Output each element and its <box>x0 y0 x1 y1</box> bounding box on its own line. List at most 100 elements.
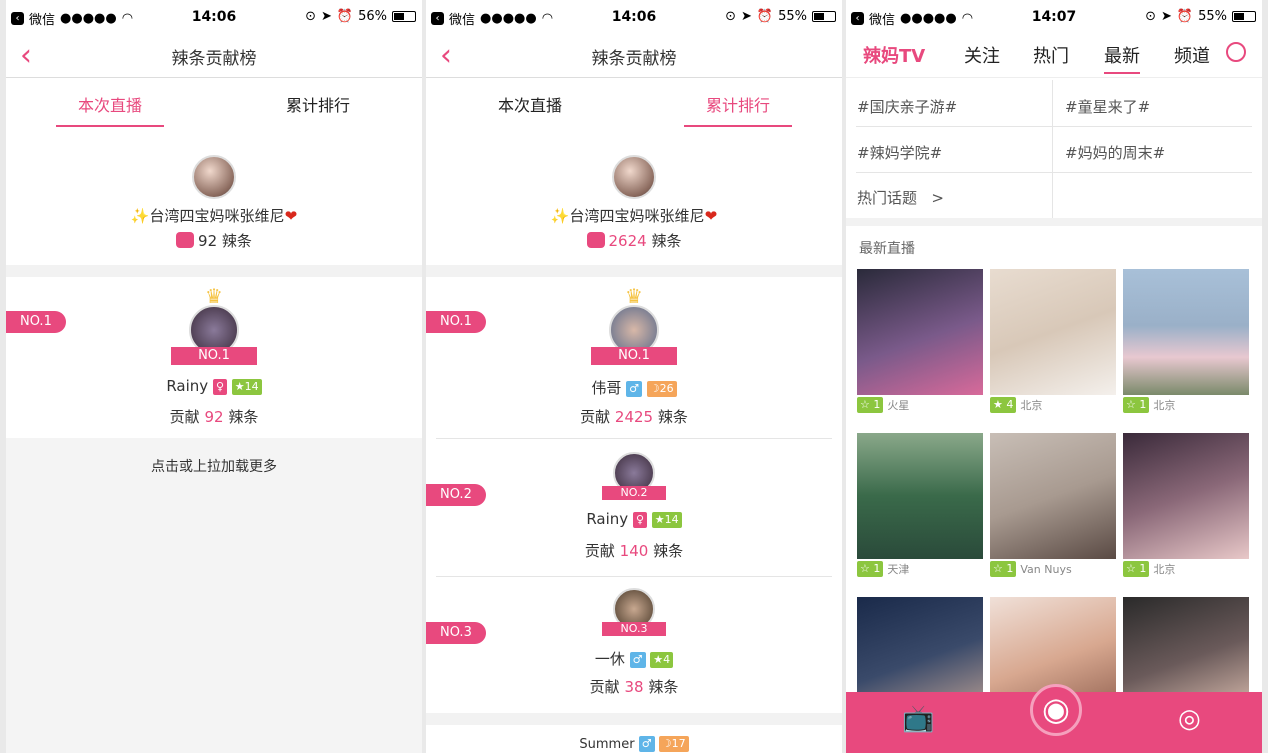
live-thumbnail <box>990 269 1116 395</box>
battery-percent: 55% <box>1198 9 1227 24</box>
level-badge: ☆ 1 <box>857 397 884 413</box>
search-icon[interactable] <box>1226 42 1246 62</box>
location-label: 天津 <box>887 563 910 576</box>
tab-bar: 本次直播 累计排行 <box>426 80 842 128</box>
location-label: 北京 <box>1020 399 1043 412</box>
live-card[interactable]: ☆ 1 火星 <box>857 269 983 415</box>
location-icon: ➤ <box>321 9 332 24</box>
live-card[interactable]: ★ 4 北京 <box>990 269 1116 415</box>
rank-ribbon: NO.1 <box>171 347 257 365</box>
live-thumbnail <box>857 269 983 395</box>
contrib-label: 贡献 <box>584 542 615 560</box>
topic-grid: #国庆亲子游# #童星来了# #辣妈学院# #妈妈的周末# 热门话题 > <box>846 80 1262 218</box>
user-name: Rainy <box>586 510 629 528</box>
location-label: 北京 <box>1153 399 1176 412</box>
alarm-icon: ⏰ <box>756 9 774 24</box>
user-name: 伟哥 <box>591 379 622 397</box>
topic-item[interactable]: #童星来了# <box>1065 96 1150 117</box>
divider <box>856 126 1252 127</box>
user-name: Rainy <box>166 377 209 395</box>
tab-latest[interactable]: 最新 <box>1104 42 1140 74</box>
topic-item[interactable]: #国庆亲子游# <box>857 96 957 117</box>
tab-hot[interactable]: 热门 <box>1033 42 1069 68</box>
battery-icon <box>1232 11 1256 22</box>
tab-current-live[interactable]: 本次直播 <box>426 92 634 116</box>
contrib-label: 贡献 <box>580 408 611 426</box>
host-name: 台湾四宝妈咪张维尼 <box>149 207 285 225</box>
load-more-label: 点击或上拉加载更多 <box>151 459 277 475</box>
hot-topics-link[interactable]: 热门话题 > <box>857 187 944 208</box>
location-icon: ➤ <box>741 9 752 24</box>
coin-icon <box>176 232 195 248</box>
battery-icon <box>812 11 836 22</box>
level-badge: ☽26 <box>646 381 677 397</box>
level-badge: ☆ 1 <box>1123 397 1150 413</box>
page-title: 辣条贡献榜 <box>171 49 257 69</box>
status-bar: ‹ 微信 ●●●●● ◠ 14:07 ⊙ ➤ ⏰ 55% <box>846 0 1262 34</box>
location-label: Van Nuys <box>1020 563 1072 576</box>
live-thumbnail <box>1123 433 1249 559</box>
battery-icon <box>392 11 416 22</box>
level-badge: ★14 <box>651 512 682 528</box>
divider <box>426 713 842 725</box>
status-bar: ‹ 微信 ●●●●● ◠ 14:06 ⊙ ➤ ⏰ 55% <box>426 0 842 34</box>
status-bar: ‹ 微信 ●●●●● ◠ 14:06 ⊙ ➤ ⏰ 56% <box>6 0 422 34</box>
live-card[interactable]: ☆ 1 天津 <box>857 433 983 579</box>
divider <box>426 265 842 277</box>
topic-item[interactable]: #妈妈的周末# <box>1065 142 1165 163</box>
load-more[interactable]: 点击或上拉加载更多 <box>6 438 422 753</box>
host-count: 2624 <box>608 232 647 250</box>
host-avatar[interactable] <box>192 155 236 199</box>
live-card[interactable]: ☆ 1 北京 <box>1123 433 1249 579</box>
tab-current-live[interactable]: 本次直播 <box>6 92 214 127</box>
level-badge: ★14 <box>231 379 262 395</box>
divider <box>436 576 832 577</box>
host-header: ✨台湾四宝妈咪张维尼❤ 92 辣条 <box>6 138 422 264</box>
rank-badge: NO.3 <box>426 622 486 644</box>
host-avatar[interactable] <box>612 155 656 199</box>
contrib-value: 38 <box>624 678 644 696</box>
lock-icon: ⊙ <box>725 9 736 24</box>
divider <box>436 438 832 439</box>
top-tab-bar: 辣妈TV 关注 热门 最新 频道 <box>846 34 1262 78</box>
crown-icon: ♛ <box>625 284 643 308</box>
chevron-right-icon: > <box>931 189 944 207</box>
tv-icon[interactable]: 📺 <box>902 704 934 734</box>
host-unit: 辣条 <box>651 232 682 250</box>
topic-item[interactable]: #辣妈学院# <box>857 142 942 163</box>
location-label: 北京 <box>1153 563 1176 576</box>
brand-logo[interactable]: 辣妈TV <box>863 42 925 68</box>
section-title: 最新直播 <box>859 241 915 257</box>
rank-ribbon: NO.3 <box>602 622 666 636</box>
live-thumbnail <box>857 433 983 559</box>
live-card[interactable]: ☆ 1 北京 <box>1123 269 1249 415</box>
alarm-icon: ⏰ <box>336 9 354 24</box>
sparkle-icon: ✨ <box>130 207 150 225</box>
latest-live-panel: ‹ 微信 ●●●●● ◠ 14:07 ⊙ ➤ ⏰ 55% 辣妈TV 关注 热门 最新 频道 … <box>846 0 1262 753</box>
alarm-icon: ⏰ <box>1176 9 1194 24</box>
start-live-button[interactable]: ◉ <box>1030 684 1082 736</box>
host-header: ✨台湾四宝妈咪张维尼❤ 2624 辣条 <box>426 138 842 264</box>
live-thumbnail <box>1123 269 1249 395</box>
location-label: 火星 <box>887 399 910 412</box>
location-icon: ➤ <box>1161 9 1172 24</box>
rank-badge: NO.1 <box>426 311 486 333</box>
female-icon: ♀ <box>212 379 228 395</box>
tab-follow[interactable]: 关注 <box>964 42 1000 68</box>
tab-cumulative[interactable]: 累计排行 <box>214 92 422 116</box>
live-card[interactable]: ☆ 1 Van Nuys <box>990 433 1116 579</box>
contrib-unit: 辣条 <box>653 542 684 560</box>
rank-ribbon: NO.1 <box>591 347 677 365</box>
contrib-label: 贡献 <box>589 678 620 696</box>
rank-item-4[interactable]: Summer ♂ ☽17 <box>426 736 842 752</box>
lock-icon: ⊙ <box>305 9 316 24</box>
contrib-value: 140 <box>619 542 649 560</box>
rank-badge: NO.2 <box>426 484 486 506</box>
battery-percent: 56% <box>358 9 387 24</box>
nav-bar: ‹ 辣条贡献榜 <box>426 34 842 78</box>
profile-icon[interactable]: ◎ <box>1178 704 1201 734</box>
tab-cumulative[interactable]: 累计排行 <box>634 92 842 127</box>
tab-channel[interactable]: 频道 <box>1174 42 1210 68</box>
user-name: 一休 <box>594 650 625 668</box>
contrib-unit: 辣条 <box>648 678 679 696</box>
